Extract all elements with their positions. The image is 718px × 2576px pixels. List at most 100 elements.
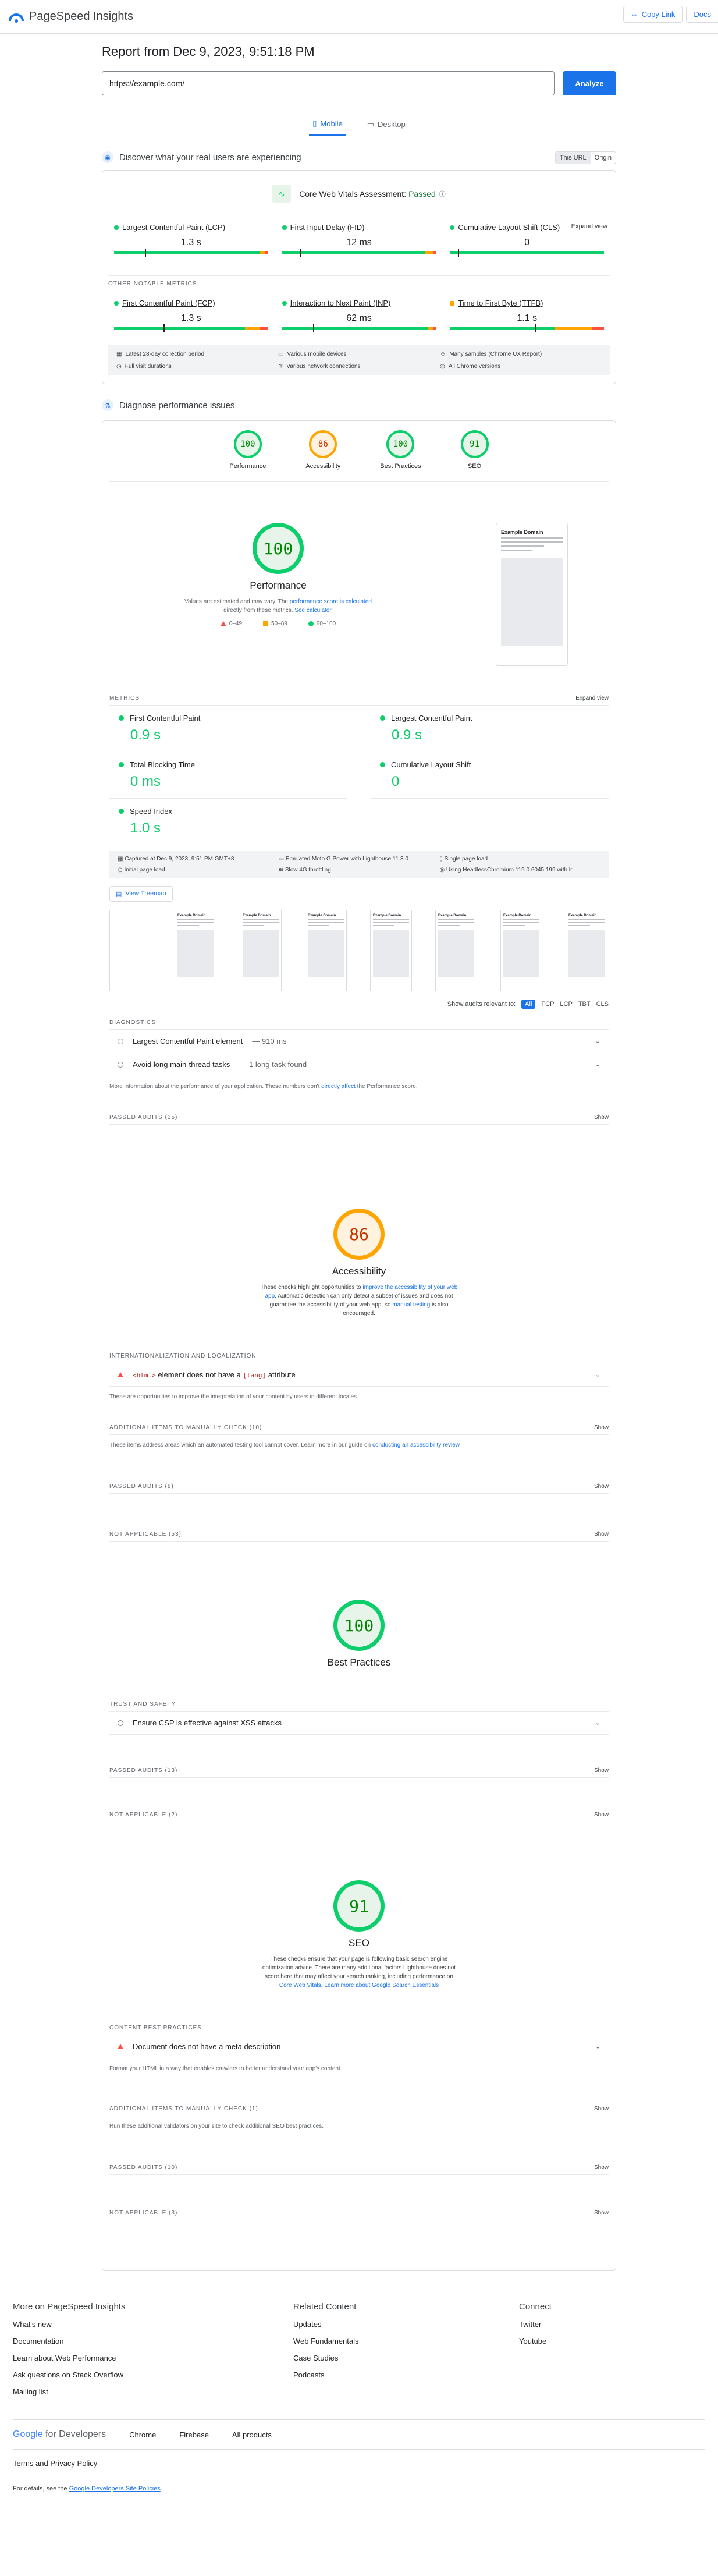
audit-long-tasks[interactable]: Avoid long main-thread tasks — 1 long tas…: [109, 1053, 609, 1076]
lab-metric: Largest Contentful Paint 0.9 s: [371, 706, 609, 752]
filmstrip-frame: Example Domain: [370, 910, 412, 991]
a11y-not-applicable[interactable]: NOT APPLICABLE (53) Show: [109, 1531, 609, 1542]
copy-link-button[interactable]: ⇔ Copy Link: [623, 6, 683, 23]
lab-metric: Cumulative Layout Shift 0: [371, 752, 609, 799]
directly-affect-link[interactable]: directly affect: [321, 1083, 356, 1090]
core-metric-name[interactable]: Largest Contentful Paint (LCP): [114, 223, 268, 232]
other-metric-name[interactable]: Interaction to Next Paint (INP): [282, 299, 436, 307]
seo-section: 91 SEO These checks ensure that your pag…: [109, 1880, 609, 1990]
diagnostics-title: DIAGNOSTICS: [109, 1019, 609, 1030]
filmstrip-frame: Example Domain: [566, 910, 607, 991]
cwv-assessment-label: Core Web Vitals Assessment:: [299, 189, 407, 199]
audit-lcp-element[interactable]: Largest Contentful Paint element — 910 ms…: [109, 1030, 609, 1053]
see-calculator-link[interactable]: See calculator.: [294, 607, 333, 614]
footer-link-documentation[interactable]: Documentation: [13, 2337, 293, 2345]
filter-all[interactable]: All: [521, 1000, 536, 1009]
calendar-icon: ▦: [118, 856, 125, 862]
field-data-panel: ∿ Core Web Vitals Assessment: Passed ⓘ E…: [102, 170, 616, 384]
accessibility-score-gauge: 86: [333, 1209, 385, 1260]
info-icon[interactable]: ⓘ: [439, 189, 446, 199]
footer-link-twitter[interactable]: Twitter: [519, 2320, 705, 2329]
cwv-assessment-value: Passed: [408, 189, 436, 199]
gauge-best-practices[interactable]: 100 Best Practices: [380, 430, 421, 470]
percentile-marker: [457, 249, 459, 257]
a11y-manual-checks[interactable]: ADDITIONAL ITEMS TO MANUALLY CHECK (10) S…: [109, 1425, 609, 1435]
footer-link-chrome[interactable]: Chrome: [129, 2430, 156, 2439]
app-logo[interactable]: PageSpeed Insights: [8, 10, 133, 23]
audit-csp-xss[interactable]: Ensure CSP is effective against XSS atta…: [109, 1712, 609, 1735]
footer-link-podcasts[interactable]: Podcasts: [293, 2371, 519, 2379]
manual-testing-link[interactable]: manual testing: [392, 1302, 430, 1308]
accessibility-review-link[interactable]: conducting an accessibility review: [372, 1442, 460, 1448]
analyze-button[interactable]: Analyze: [563, 71, 616, 95]
footer-link-whats-new[interactable]: What's new: [13, 2320, 293, 2329]
pass-circle-icon: [450, 225, 455, 230]
filter-tbt[interactable]: TBT: [578, 1001, 591, 1008]
field-heading: Discover what your real users are experi…: [119, 152, 301, 162]
tab-mobile[interactable]: ▯ Mobile: [309, 113, 346, 136]
audit-meta-description[interactable]: Document does not have a meta descriptio…: [109, 2035, 609, 2058]
footer-link-stack-overflow[interactable]: Ask questions on Stack Overflow: [13, 2371, 293, 2379]
devices-icon: ▭: [278, 856, 286, 862]
site-policies-link[interactable]: Google Developers Site Policies: [69, 2485, 161, 2492]
footer-col-connect: Connect Twitter Youtube: [519, 2302, 705, 2404]
gauge-performance[interactable]: 100 Performance: [229, 430, 266, 470]
toggle-this-url[interactable]: This URL: [555, 152, 591, 164]
audit-html-lang[interactable]: <html> element does not have a [lang] at…: [109, 1363, 609, 1387]
core-web-vitals-link[interactable]: Core Web Vitals: [279, 1982, 321, 1989]
bp-not-applicable[interactable]: NOT APPLICABLE (2) Show: [109, 1812, 609, 1822]
perf-passed-audits[interactable]: PASSED AUDITS (35) Show: [109, 1114, 609, 1125]
seo-passed-audits[interactable]: PASSED AUDITS (10) Show: [109, 2164, 609, 2175]
view-treemap-button[interactable]: ▤ View Treemap: [109, 886, 173, 902]
filter-fcp[interactable]: FCP: [541, 1001, 554, 1008]
filter-cls[interactable]: CLS: [596, 1001, 609, 1008]
fail-triangle-icon: [118, 1372, 123, 1377]
a11y-passed-audits[interactable]: PASSED AUDITS (8) Show: [109, 1483, 609, 1494]
final-screenshot[interactable]: Example Domain: [496, 523, 568, 666]
people-icon: ☺: [440, 351, 446, 357]
terms-privacy-link[interactable]: Terms and Privacy Policy: [13, 2459, 97, 2468]
docs-button[interactable]: Docs: [686, 6, 718, 23]
gauge-seo[interactable]: 91 SEO: [460, 430, 489, 470]
chrome-icon: ◎: [439, 867, 446, 873]
footer-link-updates[interactable]: Updates: [293, 2320, 519, 2329]
field-expand-view[interactable]: Expand view: [571, 223, 607, 230]
other-metric: Interaction to Next Paint (INP) 62 ms: [282, 299, 436, 332]
footer-link-all-products[interactable]: All products: [232, 2430, 272, 2439]
performance-score-gauge: 100: [253, 523, 304, 574]
other-metric-name[interactable]: First Contentful Paint (FCP): [114, 299, 268, 307]
pass-circle-icon: [282, 225, 287, 230]
chevron-down-icon: ⌄: [595, 1372, 600, 1379]
toggle-origin[interactable]: Origin: [591, 152, 616, 164]
core-metric-value: 0: [524, 238, 530, 247]
core-metric-name[interactable]: First Input Delay (FID): [282, 223, 436, 232]
search-essentials-link[interactable]: Learn more about Google Search Essential…: [324, 1982, 439, 1989]
other-metrics-title: OTHER NOTABLE METRICS: [108, 275, 610, 287]
filter-lcp[interactable]: LCP: [560, 1001, 572, 1008]
url-input[interactable]: [102, 71, 555, 95]
content-note: Format your HTML in a way that enables c…: [109, 2065, 342, 2072]
timer-icon: ◷: [118, 867, 125, 873]
pass-circle-icon: [119, 715, 124, 721]
footer-link-youtube[interactable]: Youtube: [519, 2337, 705, 2345]
neutral-circle-icon: [118, 1720, 123, 1726]
filmstrip-frame: Example Domain: [500, 910, 542, 991]
seo-manual-checks[interactable]: ADDITIONAL ITEMS TO MANUALLY CHECK (1) Sh…: [109, 2106, 609, 2116]
core-distribution-bar: [282, 249, 436, 257]
footer-link-case-studies[interactable]: Case Studies: [293, 2354, 519, 2362]
footer-link-web-performance[interactable]: Learn about Web Performance: [13, 2354, 293, 2362]
google-developers-logo[interactable]: Google for Developers: [13, 2429, 106, 2440]
bp-passed-audits[interactable]: PASSED AUDITS (13) Show: [109, 1767, 609, 1778]
seo-not-applicable[interactable]: NOT APPLICABLE (3) Show: [109, 2210, 609, 2220]
metrics-expand-view[interactable]: Expand view: [575, 695, 609, 701]
footer-link-firebase[interactable]: Firebase: [179, 2430, 209, 2439]
other-metric-name[interactable]: Time to First Byte (TTFB): [450, 299, 604, 307]
footer-link-web-fundamentals[interactable]: Web Fundamentals: [293, 2337, 519, 2345]
gauge-accessibility[interactable]: 86 Accessibility: [305, 430, 340, 470]
accessibility-label: Accessibility: [332, 1266, 386, 1277]
score-calculation-link[interactable]: performance score is calculated: [290, 598, 372, 605]
tab-desktop[interactable]: ▭ Desktop: [364, 113, 409, 136]
other-distribution-bar: [282, 324, 436, 332]
average-square-icon: [263, 621, 269, 626]
footer-link-mailing-list[interactable]: Mailing list: [13, 2387, 293, 2396]
